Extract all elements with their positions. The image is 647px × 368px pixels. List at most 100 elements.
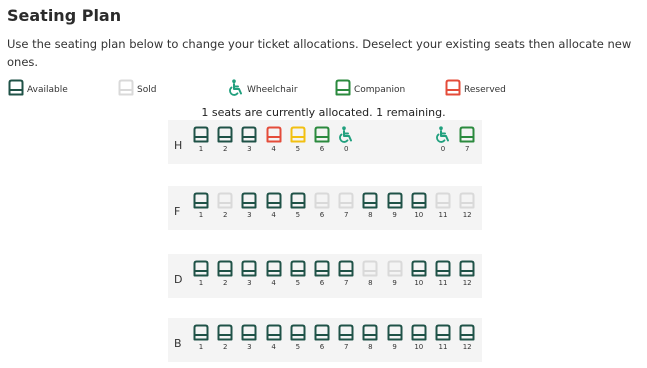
- seat-h-2[interactable]: 2: [213, 126, 237, 153]
- seat-d-4[interactable]: 4: [262, 260, 286, 287]
- seat-icon: [459, 324, 475, 341]
- seat-f-4[interactable]: 4: [262, 192, 286, 219]
- seat-b-7[interactable]: 7: [334, 324, 358, 351]
- seat-number: 9: [392, 279, 397, 287]
- seat-h-3[interactable]: 3: [237, 126, 261, 153]
- seat-d-2[interactable]: 2: [213, 260, 237, 287]
- seat-number: 7: [343, 211, 349, 219]
- seat-number: 11: [438, 211, 448, 219]
- seat-number: 4: [271, 279, 276, 287]
- seat-icon: [338, 260, 354, 277]
- seat-b-12[interactable]: 12: [455, 324, 479, 351]
- seat-h-1[interactable]: 1: [189, 126, 213, 153]
- seat-d-12[interactable]: 12: [455, 260, 479, 287]
- seat-number: 10: [414, 279, 424, 287]
- seat-d-1[interactable]: 1: [189, 260, 213, 287]
- seat-number: 10: [414, 343, 424, 351]
- seat-icon: [338, 324, 354, 341]
- seat-number: 1: [198, 279, 204, 287]
- seat-b-8[interactable]: 8: [358, 324, 382, 351]
- seat-h-6[interactable]: 6: [310, 126, 334, 153]
- wheelchair-icon: [229, 79, 242, 96]
- seat-b-1[interactable]: 1: [189, 324, 213, 351]
- seat-number: 12: [462, 343, 472, 351]
- seat-icon: [362, 260, 378, 277]
- seat-f-8[interactable]: 8: [358, 192, 382, 219]
- seat-icon: [193, 192, 209, 209]
- seat-row-f: F 1 2 3 4 5 6 7 8 9 10 11 12: [168, 186, 482, 230]
- row-letter: F: [174, 205, 181, 218]
- seat-d-6[interactable]: 6: [310, 260, 334, 287]
- seat-icon: [266, 324, 282, 341]
- legend-label: Available: [27, 85, 68, 95]
- seat-icon: [314, 324, 330, 341]
- seat-d-3[interactable]: 3: [237, 260, 261, 287]
- page-description: Use the seating plan below to change you…: [7, 37, 632, 69]
- seat-b-5[interactable]: 5: [286, 324, 310, 351]
- legend-item-wheelchair: Wheelchair: [227, 79, 298, 96]
- seat-h-0[interactable]: 0: [334, 126, 358, 153]
- seat-h-7[interactable]: 7: [455, 126, 479, 153]
- wheelchair-icon: [339, 126, 353, 143]
- seat-f-7: 7: [334, 192, 358, 219]
- seat-b-10[interactable]: 10: [407, 324, 431, 351]
- legend-item-reserved: Reserved: [444, 79, 506, 96]
- seat-icon: [241, 126, 257, 143]
- seat-h-5[interactable]: 5: [286, 126, 310, 153]
- seat-icon: [217, 260, 233, 277]
- seat-f-1[interactable]: 1: [189, 192, 213, 219]
- seat-number: 3: [247, 343, 252, 351]
- seat-number: 9: [392, 211, 397, 219]
- seat-d-5[interactable]: 5: [286, 260, 310, 287]
- seat-b-11[interactable]: 11: [431, 324, 455, 351]
- row-letter: D: [174, 273, 183, 286]
- seat-icon: [266, 260, 282, 277]
- seat-b-6[interactable]: 6: [310, 324, 334, 351]
- seat-icon: [362, 324, 378, 341]
- seat-icon: [241, 324, 257, 341]
- seat-icon: [338, 192, 354, 209]
- seat-d-8: 8: [358, 260, 382, 287]
- seat-number: 5: [295, 145, 301, 153]
- seat-icon: [290, 324, 306, 341]
- seat-number: 8: [368, 279, 373, 287]
- seat-icon: [290, 192, 306, 209]
- seat-d-11[interactable]: 11: [431, 260, 455, 287]
- seat-legend: Available Sold Wheelchair Companion Reserved: [7, 79, 647, 101]
- seat-icon: [445, 79, 461, 96]
- seat-b-9[interactable]: 9: [383, 324, 407, 351]
- seat-b-3[interactable]: 3: [237, 324, 261, 351]
- seat-icon: [217, 192, 233, 209]
- seat-f-9[interactable]: 9: [383, 192, 407, 219]
- seat-f-10[interactable]: 10: [407, 192, 431, 219]
- seat-number: 6: [319, 343, 325, 351]
- seat-number: 7: [343, 343, 349, 351]
- allocation-status: 1 seats are currently allocated. 1 remai…: [201, 106, 446, 119]
- seat-icon: [118, 79, 134, 96]
- seat-icon: [362, 192, 378, 209]
- seat-f-2: 2: [213, 192, 237, 219]
- seat-number: 6: [319, 145, 325, 153]
- seat-icon: [193, 126, 209, 143]
- seat-number: 11: [438, 279, 448, 287]
- seat-icon: [266, 192, 282, 209]
- seat-number: 4: [271, 211, 276, 219]
- seat-icon: [266, 126, 282, 143]
- seat-number: 9: [392, 343, 397, 351]
- seat-d-10[interactable]: 10: [407, 260, 431, 287]
- seat-number: 3: [247, 211, 252, 219]
- seat-b-4[interactable]: 4: [262, 324, 286, 351]
- seat-icon: [335, 79, 351, 96]
- seat-d-7[interactable]: 7: [334, 260, 358, 287]
- seat-number: 6: [319, 211, 325, 219]
- legend-item-companion: Companion: [334, 79, 405, 96]
- seat-f-3[interactable]: 3: [237, 192, 261, 219]
- row-letter: B: [174, 337, 182, 350]
- seat-icon: [435, 260, 451, 277]
- legend-item-available: Available: [7, 79, 68, 96]
- seat-number: 7: [464, 145, 470, 153]
- seat-h-0[interactable]: 0: [431, 126, 455, 153]
- seat-f-6: 6: [310, 192, 334, 219]
- seat-f-5[interactable]: 5: [286, 192, 310, 219]
- seat-b-2[interactable]: 2: [213, 324, 237, 351]
